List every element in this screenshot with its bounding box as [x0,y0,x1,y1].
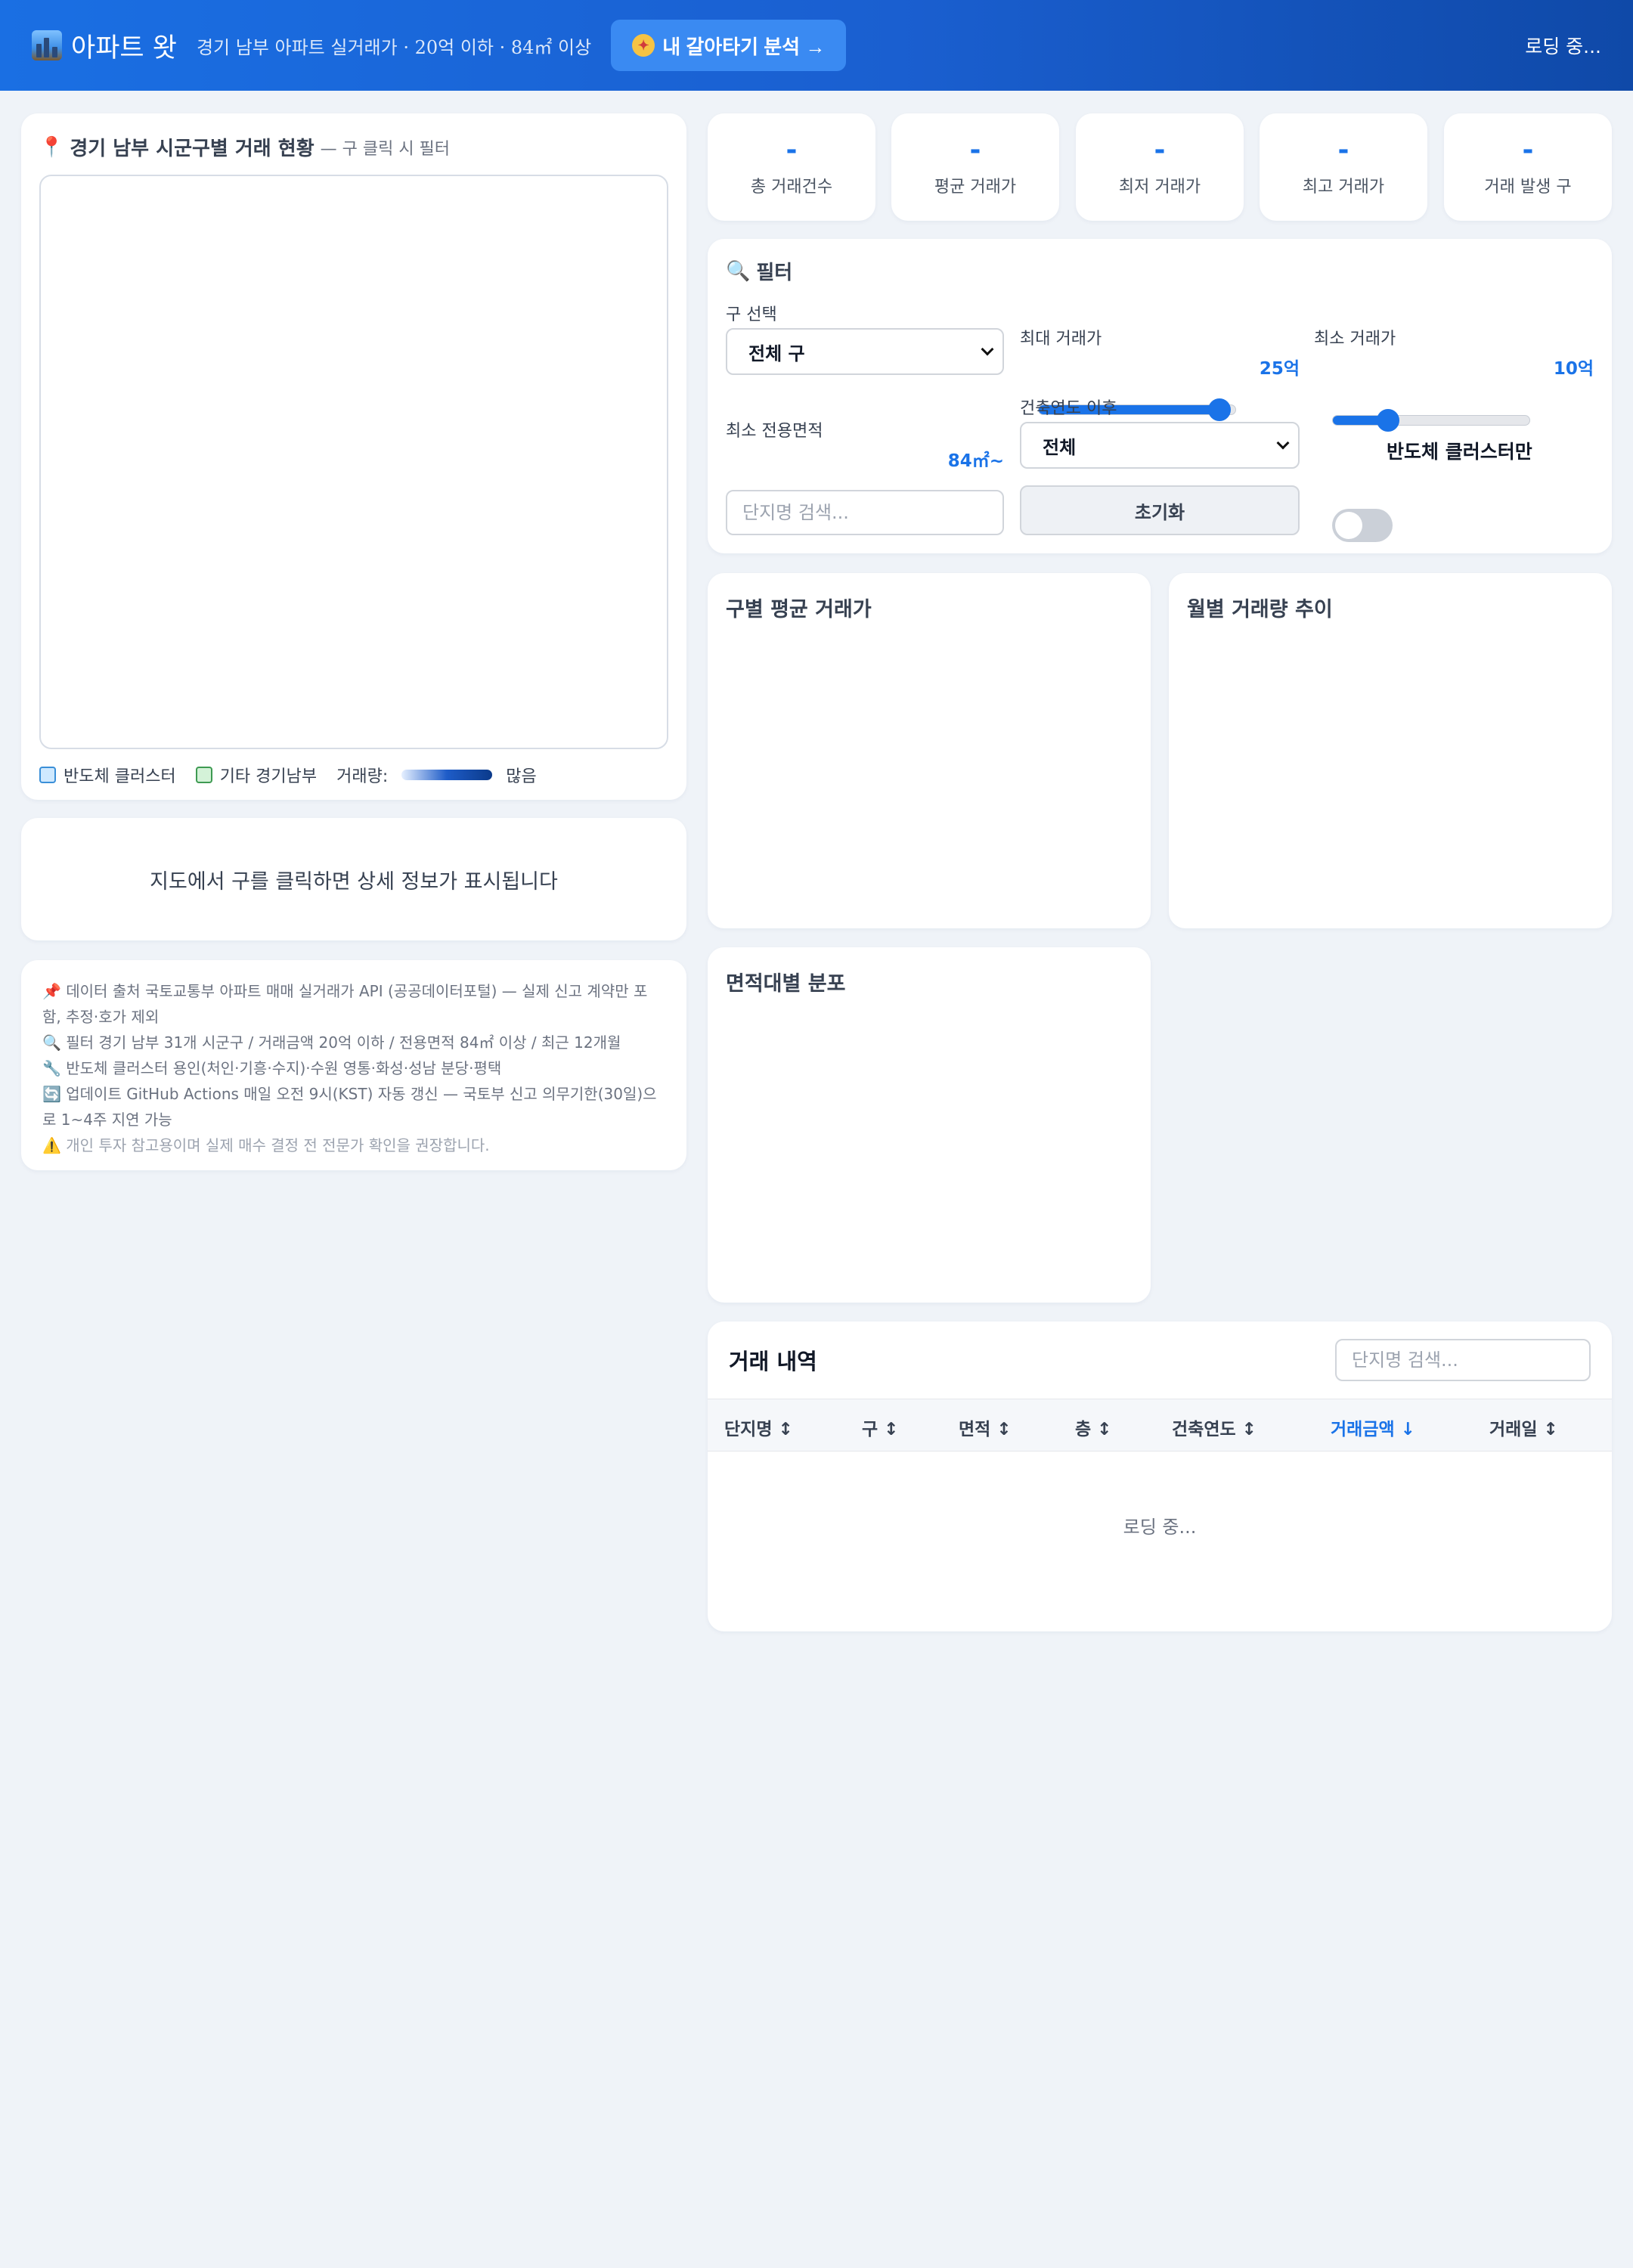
header-status: 로딩 중... [1525,36,1601,57]
district-map[interactable] [39,175,668,749]
district-select-label: 구 선택 [726,305,777,324]
min-area-value: 84㎡~ [947,451,1004,471]
stat-label: 최고 거래가 [1302,178,1385,197]
max-price-label: 최대 거래가 [1020,330,1102,349]
reset-button[interactable]: 초기화 [1020,485,1300,535]
other-region-swatch [195,767,212,783]
chart-title: 구별 평균 거래가 [726,598,872,621]
map-legend: 반도체 클러스터 기타 경기남부 거래량: 많음 [39,763,668,787]
map-title: 경기 남부 시군구별 거래 현황 [70,138,315,160]
stat-district-count: - 거래 발생 구 [1444,113,1612,221]
map-card: 📍 경기 남부 시군구별 거래 현황 — 구 클릭 시 필터 반도체 클러스터 … [21,113,686,800]
district-detail-card: 지도에서 구를 클릭하면 상세 정보가 표시됩니다 [21,818,686,940]
legend-semi-label: 반도체 클러스터 [64,767,176,786]
note-source: 📌 데이터 출처 국토교통부 아파트 매매 실거래가 API (공공데이터포털)… [42,982,648,1026]
table-search-input[interactable] [1335,1339,1591,1381]
stat-value: - [1337,135,1349,166]
semi-cluster-toggle-label: 반도체 클러스터만 [1387,441,1532,463]
column-header-build-year[interactable]: 건축연도 ↕ [1172,1414,1257,1440]
detail-placeholder: 지도에서 구를 클릭하면 상세 정보가 표시됩니다 [150,869,558,894]
stat-label: 평균 거래가 [934,178,1017,197]
column-header-area[interactable]: 면적 ↕ [959,1414,1012,1440]
district-avg-price-chart: 구별 평균 거래가 [708,573,1151,928]
column-header-floor[interactable]: 층 ↕ [1075,1414,1111,1440]
min-price-label: 최소 거래가 [1314,330,1396,349]
legend-volume-label: 거래량: [336,767,389,786]
table-loading-message: 로딩 중... [1123,1517,1197,1538]
stat-avg-price: - 평균 거래가 [891,113,1059,221]
switch-analysis-label: 내 갈아타기 분석 → [662,35,826,58]
filter-card: 🔍 필터 구 선택 전체 구 최대 거래가 25억 최소 거래가 10억 최소 … [708,239,1612,553]
column-header-price[interactable]: 거래금액 ↓ [1331,1414,1415,1440]
semi-cluster-toggle[interactable] [1332,509,1393,542]
stat-max-price: - 최고 거래가 [1260,113,1427,221]
chevron-down-icon [981,342,994,356]
min-price-value: 10억 [1553,359,1594,379]
map-subtitle: — 구 클릭 시 필터 [320,139,451,159]
slider-handle[interactable] [1376,409,1399,432]
build-year-select[interactable]: 전체 [1020,422,1300,469]
table-column-headers: 단지명 ↕ 구 ↕ 면적 ↕ 층 ↕ 건축연도 ↕ 거래금액 ↓ 거래일 ↕ [708,1399,1612,1452]
search-icon: 🔍 [726,259,751,283]
monthly-volume-chart: 월별 거래량 추이 [1169,573,1612,928]
stat-total-count: - 총 거래건수 [708,113,875,221]
transactions-table-card: 거래 내역 단지명 ↕ 구 ↕ 면적 ↕ 층 ↕ 건축연도 ↕ 거래금액 ↓ 거… [708,1321,1612,1631]
filter-title-row: 🔍 필터 [726,257,1594,285]
semi-cluster-swatch [39,767,56,783]
table-title: 거래 내역 [729,1349,817,1374]
chevron-down-icon [1276,436,1290,450]
stat-value: - [1154,135,1166,166]
legend-other-label: 기타 경기남부 [219,767,318,786]
compass-icon: ✦ [632,34,655,57]
filter-title: 필터 [756,262,793,284]
max-price-value: 25억 [1259,359,1300,379]
slider-handle[interactable] [1208,398,1232,421]
note-semi: 🔧 반도체 클러스터 용인(처인·기흥·수지)·수원 영통·화성·성남 분당·평… [42,1059,502,1077]
district-select-value: 전체 구 [748,342,805,364]
complex-search-input[interactable] [726,490,1004,535]
city-logo-icon [32,30,62,60]
stat-value: - [1522,135,1534,166]
stat-min-price: - 최저 거래가 [1076,113,1244,221]
stat-label: 총 거래건수 [750,178,833,197]
stat-value: - [786,135,798,166]
chart-title: 면적대별 분포 [726,972,846,996]
build-year-value: 전체 [1043,436,1077,458]
stat-label: 거래 발생 구 [1484,178,1572,197]
note-warning: ⚠️ 개인 투자 참고용이며 실제 매수 결정 전 전문가 확인을 권장합니다. [42,1136,490,1154]
column-header-district[interactable]: 구 ↕ [862,1414,898,1440]
notes-card: 📌 데이터 출처 국토교통부 아파트 매매 실거래가 API (공공데이터포털)… [21,960,686,1170]
district-select[interactable]: 전체 구 [726,328,1004,375]
header-subtitle: 경기 남부 아파트 실거래가 · 20억 이하 · 84㎡ 이상 [196,36,592,58]
stat-label: 최저 거래가 [1118,178,1201,197]
volume-gradient [401,770,493,780]
toggle-knob [1335,512,1362,539]
stat-value: - [969,135,981,166]
note-filter: 🔍 필터 경기 남부 31개 시군구 / 거래금액 20억 이하 / 전용면적 … [42,1033,621,1052]
build-year-label: 건축연도 이후 [1020,399,1117,418]
app-header: 아파트 왓 경기 남부 아파트 실거래가 · 20억 이하 · 84㎡ 이상 ✦… [0,0,1633,91]
table-header: 거래 내역 [708,1321,1612,1399]
switch-analysis-button[interactable]: ✦ 내 갈아타기 분석 → [611,20,847,71]
chart-title: 월별 거래량 추이 [1187,598,1333,621]
note-update: 🔄 업데이트 GitHub Actions 매일 오전 9시(KST) 자동 갱… [42,1085,657,1129]
min-price-slider[interactable] [1332,409,1530,432]
min-area-label: 최소 전용면적 [726,422,823,441]
pin-icon: 📍 [39,135,64,159]
column-header-date[interactable]: 거래일 ↕ [1489,1414,1558,1440]
area-distribution-chart: 면적대별 분포 [708,947,1151,1303]
column-header-complex[interactable]: 단지명 ↕ [724,1414,793,1440]
legend-volume-high: 많음 [506,767,537,786]
app-title: 아파트 왓 [71,33,177,64]
map-title-row: 📍 경기 남부 시군구별 거래 현황 — 구 클릭 시 필터 [39,133,668,161]
